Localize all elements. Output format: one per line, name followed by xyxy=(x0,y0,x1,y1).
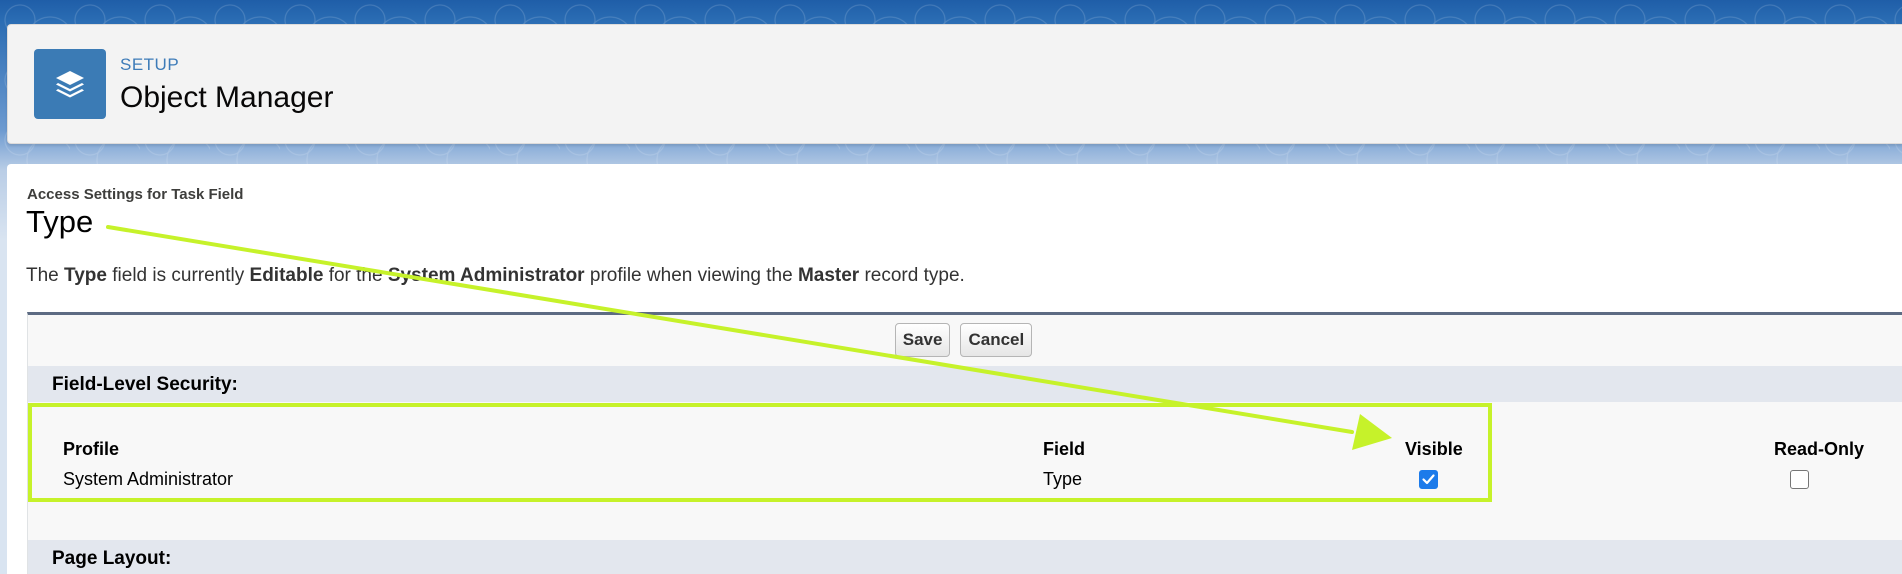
column-header-visible: Visible xyxy=(1405,439,1463,459)
save-button[interactable]: Save xyxy=(894,323,951,357)
checkmark-icon xyxy=(1422,474,1435,485)
column-header-read-only: Read-Only xyxy=(1774,439,1865,459)
field-description: The Type field is currently Editable for… xyxy=(26,265,965,287)
access-settings-panel: Save Cancel Field-Level Security: Profil… xyxy=(27,312,1902,574)
content-card: Access Settings for Task Field Type The … xyxy=(7,164,1902,574)
page-title: Object Manager xyxy=(120,81,334,114)
visible-checkbox[interactable] xyxy=(1419,470,1438,489)
desc-text: for the xyxy=(323,265,388,286)
desc-text: profile when viewing the xyxy=(584,265,798,286)
setup-breadcrumb[interactable]: SETUP xyxy=(120,55,179,75)
access-settings-label: Access Settings for Task Field xyxy=(27,186,244,203)
column-header-profile: Profile xyxy=(63,439,120,459)
field-cell: Type xyxy=(1043,469,1083,489)
desc-access: Editable xyxy=(249,265,324,286)
layers-icon xyxy=(34,49,106,119)
cancel-button[interactable]: Cancel xyxy=(960,323,1033,357)
section-title: Field-Level Security: xyxy=(52,374,238,395)
button-row: Save Cancel xyxy=(28,323,1902,363)
field-level-security-section: Field-Level Security: xyxy=(28,366,1902,402)
page-header: SETUP Object Manager xyxy=(7,24,1902,144)
desc-text: field is currently xyxy=(106,265,250,286)
desc-record-type: Master xyxy=(797,265,860,286)
field-title: Type xyxy=(26,204,94,239)
page-layout-section: Page Layout: xyxy=(28,540,1902,574)
read-only-checkbox[interactable] xyxy=(1790,470,1809,489)
desc-profile: System Administrator xyxy=(387,265,585,286)
column-header-field: Field xyxy=(1043,439,1086,459)
section-title: Page Layout: xyxy=(52,548,172,569)
desc-field: Type xyxy=(64,265,107,286)
profile-cell: System Administrator xyxy=(63,469,234,489)
desc-text: record type. xyxy=(859,265,965,286)
desc-text: The xyxy=(26,265,65,286)
